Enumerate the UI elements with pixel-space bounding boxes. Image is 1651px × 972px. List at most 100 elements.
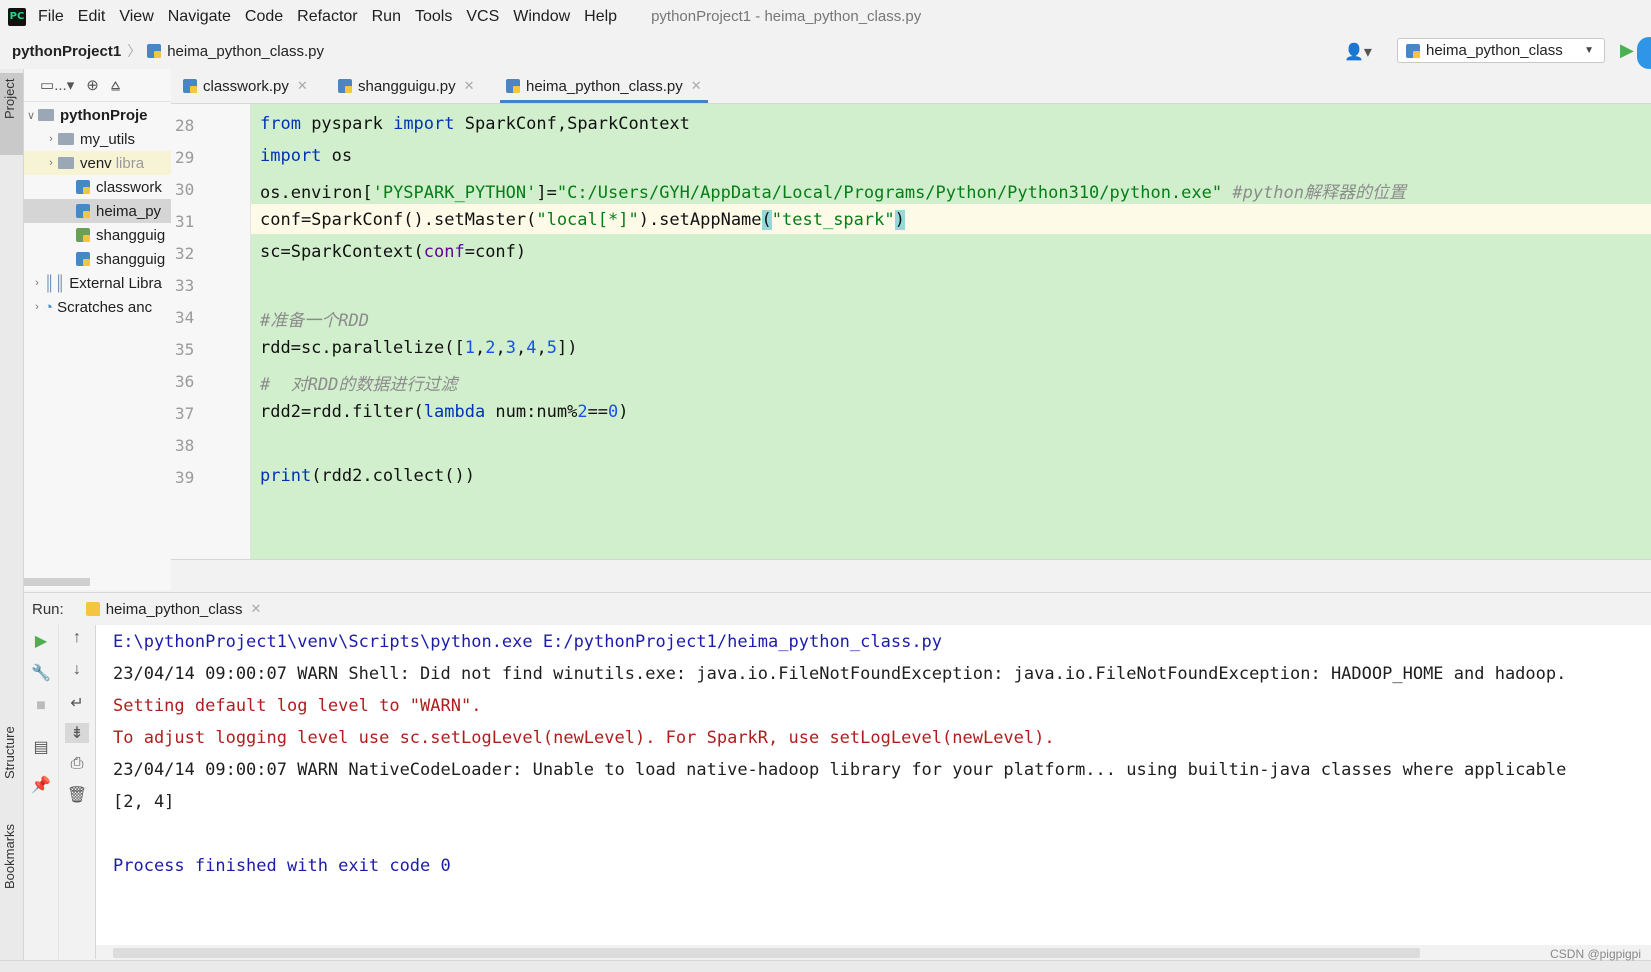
bookmarks-tool-label[interactable]: Bookmarks (2, 824, 17, 889)
tree-item-venv[interactable]: › venv libra (24, 151, 171, 175)
layout-icon[interactable]: ▤ (29, 737, 53, 757)
arrow-down-icon[interactable]: ↓ (65, 661, 89, 679)
arrow-up-icon[interactable]: ↑ (65, 629, 89, 647)
chevron-right-icon[interactable]: › (30, 277, 44, 289)
console-line-log-level: Setting default log level to "WARN". (113, 696, 482, 716)
watermark: CSDN @pigpigpi (1550, 947, 1641, 961)
stop-icon[interactable]: ■ (29, 697, 53, 715)
run-tab[interactable]: heima_python_class ✕ (85, 601, 261, 618)
code-line-29: import os (260, 146, 353, 166)
code-line-36: # 对RDD的数据进行过滤 (260, 375, 458, 395)
tree-item-folder[interactable]: › my_utils (24, 127, 171, 151)
tree-item-scratches[interactable]: › ◔ Scratches anc (24, 295, 171, 319)
run-configuration-label: heima_python_class (1426, 42, 1563, 59)
structure-tool-label[interactable]: Structure (2, 726, 17, 779)
wrench-icon[interactable]: 🔧 (29, 663, 53, 683)
run-toolbar-secondary: ↑ ↓ ↵ ⇟ ⎙ 🗑 (59, 625, 96, 959)
menu-vcs[interactable]: VCS (466, 8, 499, 26)
line-number: 30 (175, 180, 195, 199)
python-file-icon (76, 204, 90, 218)
close-icon[interactable]: ✕ (691, 78, 702, 94)
menu-edit[interactable]: Edit (78, 8, 106, 26)
console-horizontal-scrollbar[interactable] (113, 948, 1420, 958)
pycharm-logo-icon: PC (8, 7, 26, 26)
rerun-icon[interactable]: ▶ (29, 631, 53, 651)
python-file-icon (147, 44, 162, 58)
project-panel: ▭...▾ ⊕ ⩠ ∨ pythonProje › my_utils › ven… (24, 69, 172, 590)
line-number: 32 (175, 244, 195, 263)
menu-view[interactable]: View (119, 8, 153, 26)
project-scrollbar[interactable] (24, 578, 90, 586)
chevron-right-icon[interactable]: › (30, 301, 44, 313)
window-title: pythonProject1 - heima_python_class.py (651, 8, 922, 25)
line-number-gutter (171, 104, 251, 559)
code-line-35: rdd=sc.parallelize([1,2,3,4,5]) (260, 338, 578, 358)
breadcrumb-project[interactable]: pythonProject1 (12, 43, 121, 60)
tab-heima-python-class[interactable]: heima_python_class.py ✕ (500, 69, 708, 103)
menu-run[interactable]: Run (372, 8, 401, 26)
code-line-37: rdd2=rdd.filter(lambda num:num%2==0) (260, 402, 629, 422)
code-line-31: conf=SparkConf().setMaster("local[*]").s… (260, 210, 905, 230)
menu-refactor[interactable]: Refactor (297, 8, 357, 26)
chevron-down-icon[interactable]: ∨ (24, 109, 38, 122)
menu-bar: PC File Edit View Navigate Code Refactor… (0, 0, 1651, 33)
console-line-command: E:\pythonProject1\venv\Scripts\python.ex… (113, 632, 943, 652)
tab-shangguigu[interactable]: shangguigu.py ✕ (338, 69, 475, 103)
folder-icon (58, 157, 74, 169)
tree-item-external-libraries[interactable]: › ║║ External Libra (24, 271, 171, 295)
menu-code[interactable]: Code (245, 8, 283, 26)
python-file-icon (1406, 43, 1420, 58)
print-icon[interactable]: ⎙ (65, 755, 89, 773)
tree-item-file-selected[interactable]: heima_py (24, 199, 171, 223)
chevron-down-icon: ▼ (1584, 45, 1594, 56)
python-file-icon (76, 252, 90, 266)
breadcrumb-separator-icon: 〉 (127, 43, 142, 59)
menu-help[interactable]: Help (584, 8, 617, 26)
run-icon[interactable]: ▶ (1620, 40, 1634, 61)
tree-item-root[interactable]: ∨ pythonProje (24, 103, 171, 127)
console-line-warn: 23/04/14 09:00:07 WARN Shell: Did not fi… (113, 664, 1567, 684)
locate-icon[interactable]: ⊕ (86, 76, 99, 94)
tree-item-file[interactable]: shangguig (24, 223, 171, 247)
chevron-right-icon[interactable]: › (44, 133, 58, 145)
python-notebook-icon (76, 228, 90, 242)
close-icon[interactable]: ✕ (250, 601, 261, 617)
console-line-native-loader: 23/04/14 09:00:07 WARN NativeCodeLoader:… (113, 760, 1567, 780)
run-toolbar-primary: ▶ 🔧 ■ ▤ 📌 (24, 625, 59, 959)
python-file-icon (76, 180, 90, 194)
collapse-all-icon[interactable]: ⩠ (111, 77, 120, 94)
soft-wrap-icon[interactable]: ↵ (65, 693, 89, 713)
chevron-right-icon[interactable]: › (44, 157, 58, 169)
run-configuration-select[interactable]: heima_python_class ▼ (1397, 38, 1605, 63)
line-number: 38 (175, 436, 195, 455)
code-editor[interactable] (251, 104, 1651, 559)
line-number: 36 (175, 372, 195, 391)
tree-item-file[interactable]: classwork (24, 175, 171, 199)
menu-file[interactable]: File (38, 8, 64, 26)
close-icon[interactable]: ✕ (464, 78, 475, 94)
console-line-exit: Process finished with exit code 0 (113, 856, 451, 876)
menu-tools[interactable]: Tools (415, 8, 452, 26)
trash-icon[interactable]: 🗑 (65, 785, 89, 805)
python-file-icon (506, 79, 520, 93)
breadcrumb-file[interactable]: heima_python_class.py (167, 43, 324, 60)
python-file-icon (338, 79, 352, 93)
project-tool-label[interactable]: Project (2, 79, 17, 119)
close-icon[interactable]: ✕ (297, 78, 308, 94)
view-options-icon[interactable]: ▭...▾ (40, 76, 74, 94)
line-number: 39 (175, 468, 195, 487)
user-icon[interactable]: 👤▾ (1344, 42, 1372, 62)
code-line-39: print(rdd2.collect()) (260, 466, 475, 486)
tree-item-file[interactable]: shangguig (24, 247, 171, 271)
update-badge[interactable] (1637, 37, 1651, 69)
menu-window[interactable]: Window (513, 8, 570, 26)
scroll-to-end-icon[interactable]: ⇟ (65, 723, 89, 743)
tab-classwork[interactable]: classwork.py ✕ (183, 69, 308, 103)
editor-bottom-area (171, 559, 1651, 592)
pin-icon[interactable]: 📌 (29, 775, 53, 795)
folder-icon (38, 109, 54, 121)
project-toolbar: ▭...▾ ⊕ ⩠ (24, 69, 171, 102)
menu-navigate[interactable]: Navigate (168, 8, 231, 26)
console-line-adjust-logging: To adjust logging level use sc.setLogLev… (113, 728, 1055, 748)
python-file-icon (183, 79, 197, 93)
